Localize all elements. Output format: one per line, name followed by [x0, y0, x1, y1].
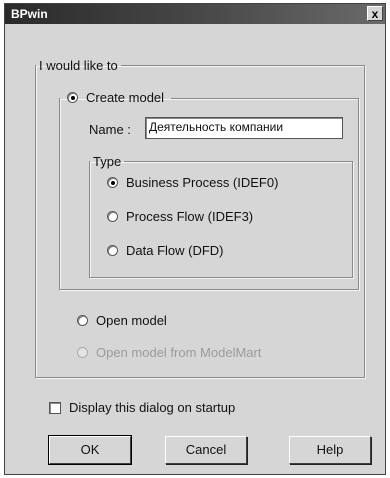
- type-legend: Type: [93, 154, 122, 169]
- radio-data-flow[interactable]: Data Flow (DFD): [107, 243, 224, 258]
- radio-disabled-icon: [77, 347, 88, 358]
- title-bar[interactable]: BPwin x: [5, 4, 385, 24]
- radio-open-modelmart: Open model from ModelMart: [77, 345, 261, 360]
- window-title: BPwin: [11, 7, 48, 21]
- radio-open-modelmart-label: Open model from ModelMart: [96, 345, 262, 360]
- create-model-legend: Create model: [60, 90, 171, 106]
- radio-unselected-icon: [77, 315, 88, 326]
- radio-open-model-label: Open model: [96, 313, 167, 328]
- checkbox-unchecked-icon: [49, 401, 61, 414]
- create-model-radio[interactable]: Create model: [63, 90, 168, 105]
- radio-business-process-label: Business Process (IDEF0): [126, 175, 279, 190]
- name-label: Name :: [89, 122, 131, 137]
- close-icon[interactable]: x: [367, 6, 383, 21]
- startup-checkbox[interactable]: Display this dialog on startup: [49, 400, 235, 415]
- bpwin-dialog: BPwin x I would like to Create model Nam…: [4, 3, 386, 475]
- radio-selected-icon: [107, 177, 118, 188]
- radio-business-process[interactable]: Business Process (IDEF0): [107, 175, 278, 190]
- radio-process-flow[interactable]: Process Flow (IDEF3): [107, 209, 253, 224]
- radio-selected-icon: [67, 92, 78, 103]
- radio-open-model[interactable]: Open model: [77, 313, 167, 328]
- ok-button[interactable]: OK: [48, 435, 132, 465]
- radio-data-flow-label: Data Flow (DFD): [126, 243, 224, 258]
- create-model-label: Create model: [86, 90, 165, 105]
- radio-process-flow-label: Process Flow (IDEF3): [126, 209, 254, 224]
- cancel-button[interactable]: Cancel: [165, 436, 247, 464]
- radio-unselected-icon: [107, 245, 118, 256]
- startup-options-legend: I would like to: [39, 58, 118, 73]
- startup-checkbox-label: Display this dialog on startup: [69, 400, 236, 415]
- model-name-input[interactable]: Деятельность компании: [145, 117, 343, 139]
- help-button[interactable]: Help: [289, 436, 371, 464]
- radio-unselected-icon: [107, 211, 118, 222]
